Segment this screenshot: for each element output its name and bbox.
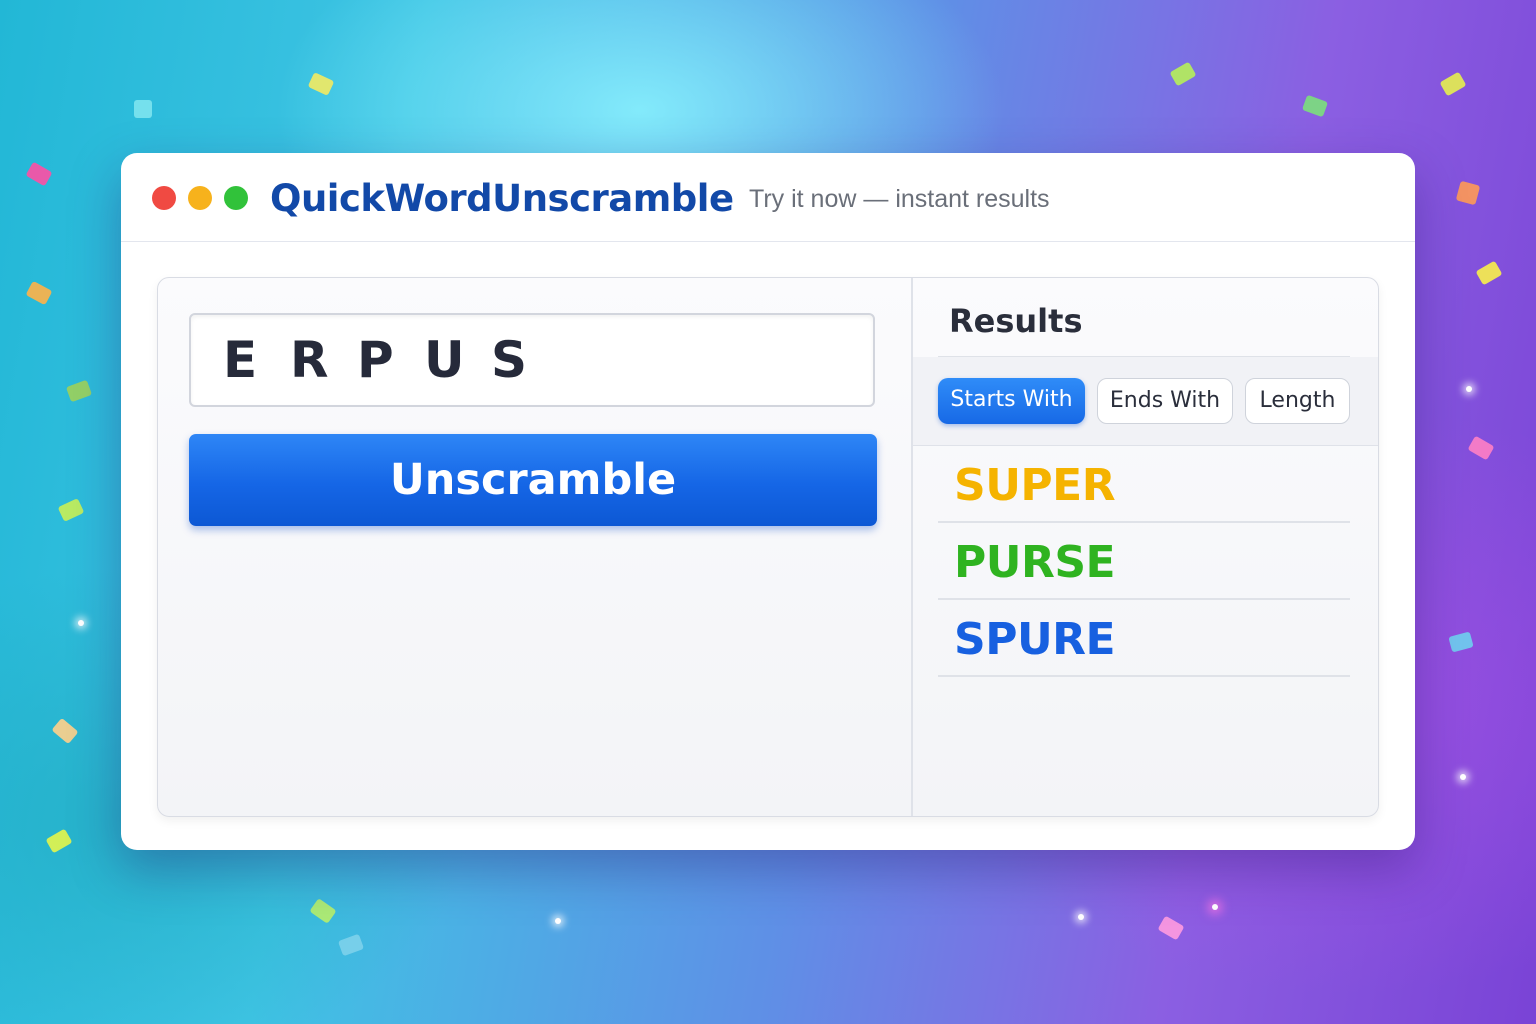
sparkle <box>1466 386 1472 392</box>
maximize-window-button[interactable] <box>224 186 248 210</box>
confetti <box>134 100 152 118</box>
app-window: QuickWordUnscramble Try it now — instant… <box>121 153 1415 850</box>
sparkle <box>555 918 561 924</box>
confetti <box>337 933 365 957</box>
sparkle <box>78 620 84 626</box>
confetti <box>1455 180 1481 206</box>
confetti <box>1439 71 1467 97</box>
title-bar: QuickWordUnscramble Try it now — instant… <box>121 153 1415 242</box>
filter-ends-with-button[interactable]: Ends With <box>1097 378 1233 424</box>
sparkle <box>1460 774 1466 780</box>
confetti <box>309 898 337 924</box>
sparkle <box>1212 904 1218 910</box>
confetti <box>1448 631 1474 653</box>
confetti <box>25 161 53 187</box>
filter-starts-with-button[interactable]: Starts With <box>938 378 1085 424</box>
main-panel: ERPUS Unscramble Results Starts With End… <box>157 277 1379 817</box>
letter-tile: S <box>491 331 528 389</box>
confetti <box>1157 915 1185 941</box>
confetti <box>1169 61 1197 87</box>
tagline: Try it now — instant results <box>749 185 1050 213</box>
result-word: SUPER <box>954 460 1116 511</box>
minimize-window-button[interactable] <box>188 186 212 210</box>
app-title: QuickWordUnscramble <box>270 177 734 220</box>
confetti <box>1467 435 1495 461</box>
letter-tile: E <box>223 331 258 389</box>
confetti <box>65 379 93 403</box>
unscramble-button[interactable]: Unscramble <box>189 434 877 526</box>
confetti <box>51 717 79 745</box>
close-window-button[interactable] <box>152 186 176 210</box>
confetti <box>307 72 335 96</box>
divider <box>938 356 1350 357</box>
scrambled-letters-input[interactable]: ERPUS <box>189 313 875 407</box>
filter-length-button[interactable]: Length <box>1245 378 1350 424</box>
letter-tile: P <box>357 331 394 389</box>
results-list: SUPER PURSE SPURE <box>938 446 1350 677</box>
letters-display: ERPUS <box>223 331 558 389</box>
letter-tile: U <box>424 331 465 389</box>
result-item[interactable]: PURSE <box>938 523 1350 600</box>
confetti <box>25 280 53 306</box>
confetti <box>45 828 73 854</box>
result-item[interactable]: SUPER <box>938 446 1350 523</box>
result-item[interactable]: SPURE <box>938 600 1350 677</box>
result-word: PURSE <box>954 537 1116 588</box>
letter-tile: R <box>290 331 329 389</box>
confetti <box>57 498 85 522</box>
confetti <box>1475 260 1503 286</box>
sparkle <box>1078 914 1084 920</box>
results-heading: Results <box>949 302 1083 340</box>
confetti <box>1301 94 1329 118</box>
result-word: SPURE <box>954 614 1116 665</box>
